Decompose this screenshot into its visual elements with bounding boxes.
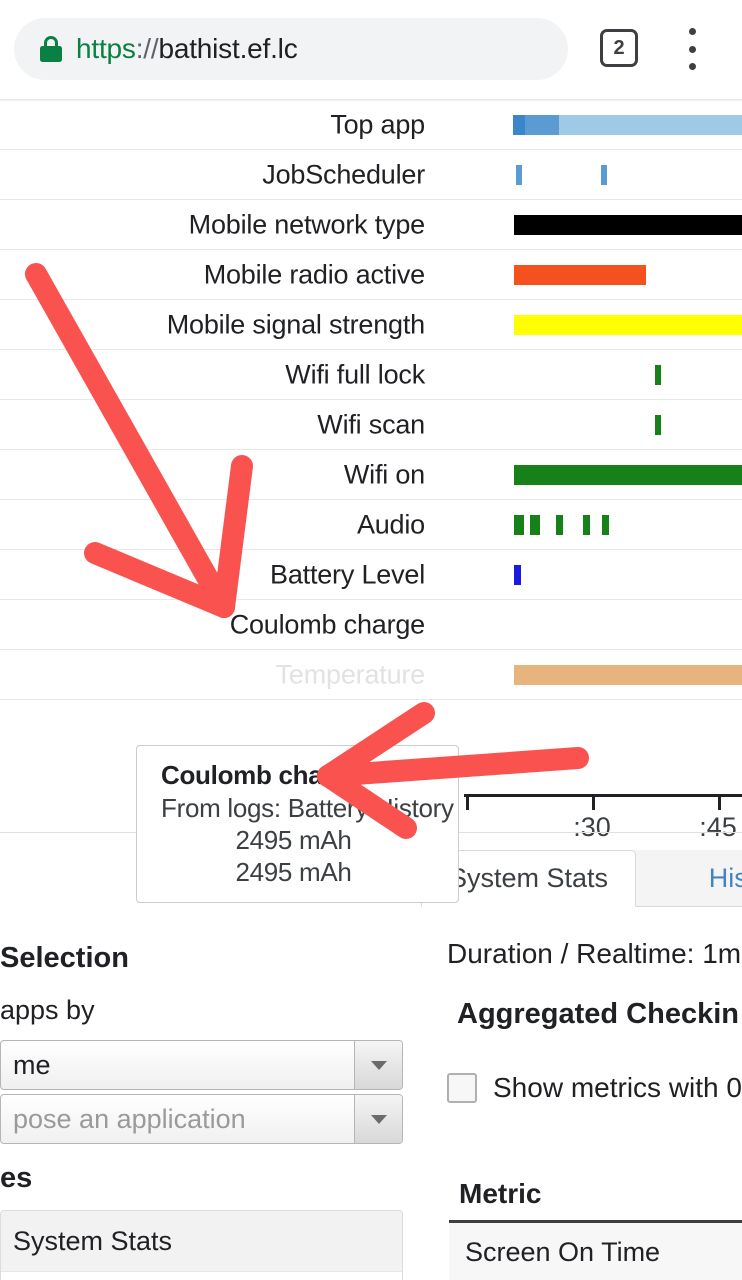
tooltip-title: Coulomb charge xyxy=(161,760,362,790)
timeline-row-label: Battery Level xyxy=(270,559,425,589)
timeline-row[interactable]: Temperature xyxy=(0,650,742,700)
url-text: https://bathist.ef.lc xyxy=(76,33,298,65)
tooltip-value-1: 2495 mAh xyxy=(235,825,352,855)
timeline-row[interactable]: Battery Level xyxy=(0,550,742,600)
time-axis-line xyxy=(464,794,742,797)
sort-apps-label: apps by xyxy=(0,995,95,1025)
timeline-bar-segment[interactable] xyxy=(514,264,646,285)
timeline-bar-segment[interactable] xyxy=(601,164,607,185)
lock-icon xyxy=(40,36,62,62)
timeline-row[interactable]: Mobile network type xyxy=(0,200,742,250)
overflow-menu-icon[interactable] xyxy=(678,25,706,73)
tab-count-label: 2 xyxy=(613,36,625,59)
table-row[interactable]: Screen On Time xyxy=(449,1223,742,1280)
show-zero-metrics-row[interactable]: Show metrics with 0 xyxy=(447,1072,742,1104)
url-separator: :// xyxy=(135,33,159,64)
address-bar[interactable]: https://bathist.ef.lc xyxy=(14,18,568,80)
timeline-row-label: Mobile radio active xyxy=(203,259,426,289)
aggregated-checkin-stats-heading: Aggregated Checkin S xyxy=(457,998,742,1030)
application-select-placeholder: pose an application xyxy=(13,1103,246,1134)
tooltip-value-2: 2495 mAh xyxy=(235,857,352,887)
timeline-row[interactable]: Top app xyxy=(0,102,742,150)
battery-timeline-chart: Top app JobScheduler Mobile network type Mo… xyxy=(0,102,742,832)
files-section-title: es xyxy=(0,1162,33,1194)
timeline-bar-segment[interactable] xyxy=(514,464,742,485)
stats-tab-strip: System StatsHistor xyxy=(421,850,742,907)
timeline-row[interactable]: Coulomb charge xyxy=(0,600,742,650)
browser-toolbar: https://bathist.ef.lc 2 xyxy=(0,0,742,99)
timeline-row[interactable]: Mobile radio active xyxy=(0,250,742,300)
file-list: System Statsgregated Checkin Statsvice's… xyxy=(0,1210,403,1280)
timeline-bar-segment[interactable] xyxy=(583,514,590,535)
timeline-row-label: Wifi full lock xyxy=(285,359,425,389)
url-host: bathist.ef.lc xyxy=(158,33,298,64)
url-scheme: https xyxy=(76,33,136,64)
timeline-bar-segment[interactable] xyxy=(556,514,563,535)
list-item[interactable]: System Stats xyxy=(1,1211,402,1272)
timeline-row-label: Audio xyxy=(356,509,425,539)
show-zero-metrics-label: Show metrics with 0 xyxy=(493,1072,742,1103)
timeline-bar-segment[interactable] xyxy=(514,664,742,685)
selection-panel-title: Selection xyxy=(0,942,129,974)
timeline-row[interactable]: Wifi full lock xyxy=(0,350,742,400)
sort-apps-select-value: me xyxy=(13,1049,51,1080)
axis-tick xyxy=(592,794,595,810)
application-select[interactable]: pose an application xyxy=(0,1094,403,1144)
duration-realtime-text: Duration / Realtime: 1m xyxy=(447,938,742,969)
page-content: Top app JobScheduler Mobile network type Mo… xyxy=(0,102,742,1280)
timeline-bar-segment[interactable] xyxy=(525,114,559,135)
timeline-row[interactable]: Mobile signal strength xyxy=(0,300,742,350)
chevron-down-icon[interactable] xyxy=(354,1095,402,1143)
timeline-bar-segment[interactable] xyxy=(559,114,742,135)
timeline-row-label: Wifi on xyxy=(343,459,425,489)
timeline-row[interactable]: Wifi on xyxy=(0,450,742,500)
timeline-bar-segment[interactable] xyxy=(655,414,661,435)
tab-histor[interactable]: Histor xyxy=(649,850,742,907)
timeline-row[interactable]: Wifi scan xyxy=(0,400,742,450)
timeline-row[interactable]: JobScheduler xyxy=(0,150,742,200)
timeline-bar-segment[interactable] xyxy=(514,564,521,585)
timeline-row-label: Mobile signal strength xyxy=(166,309,425,339)
axis-tick xyxy=(718,794,721,810)
timeline-bar-segment[interactable] xyxy=(655,364,661,385)
tab-switcher-button[interactable]: 2 xyxy=(600,29,638,67)
stats-panel: System StatsHistor Duration / Realtime: … xyxy=(421,850,742,1280)
timeline-bar-segment[interactable] xyxy=(530,514,540,535)
tooltip-source: From logs: Battery History xyxy=(161,793,454,823)
timeline-row-label: Mobile network type xyxy=(188,209,426,239)
timeline-row-label: Temperature xyxy=(275,659,426,689)
timeline-bar-segment[interactable] xyxy=(602,514,609,535)
timeline-bar-segment[interactable] xyxy=(516,164,522,185)
timeline-row-label: Coulomb charge xyxy=(229,609,426,639)
list-item[interactable]: gregated Checkin Stats xyxy=(1,1272,402,1280)
chart-tooltip: Coulomb charge From logs: Battery Histor… xyxy=(136,745,459,903)
timeline-bar-segment[interactable] xyxy=(514,314,742,335)
timeline-row-label: Top app xyxy=(330,109,425,139)
timeline-bar-segment[interactable] xyxy=(514,514,524,535)
timeline-row-label: JobScheduler xyxy=(262,159,425,189)
checkbox-unchecked-icon[interactable] xyxy=(447,1073,477,1103)
axis-tick xyxy=(466,794,469,810)
sort-apps-select[interactable]: me xyxy=(0,1040,403,1090)
timeline-bar-segment[interactable] xyxy=(513,114,525,135)
timeline-bar-segment[interactable] xyxy=(514,214,742,235)
metric-column-header: Metric xyxy=(459,1178,542,1209)
chevron-down-icon[interactable] xyxy=(354,1041,402,1089)
timeline-row-label: Wifi scan xyxy=(317,409,425,439)
timeline-row[interactable]: Audio xyxy=(0,500,742,550)
